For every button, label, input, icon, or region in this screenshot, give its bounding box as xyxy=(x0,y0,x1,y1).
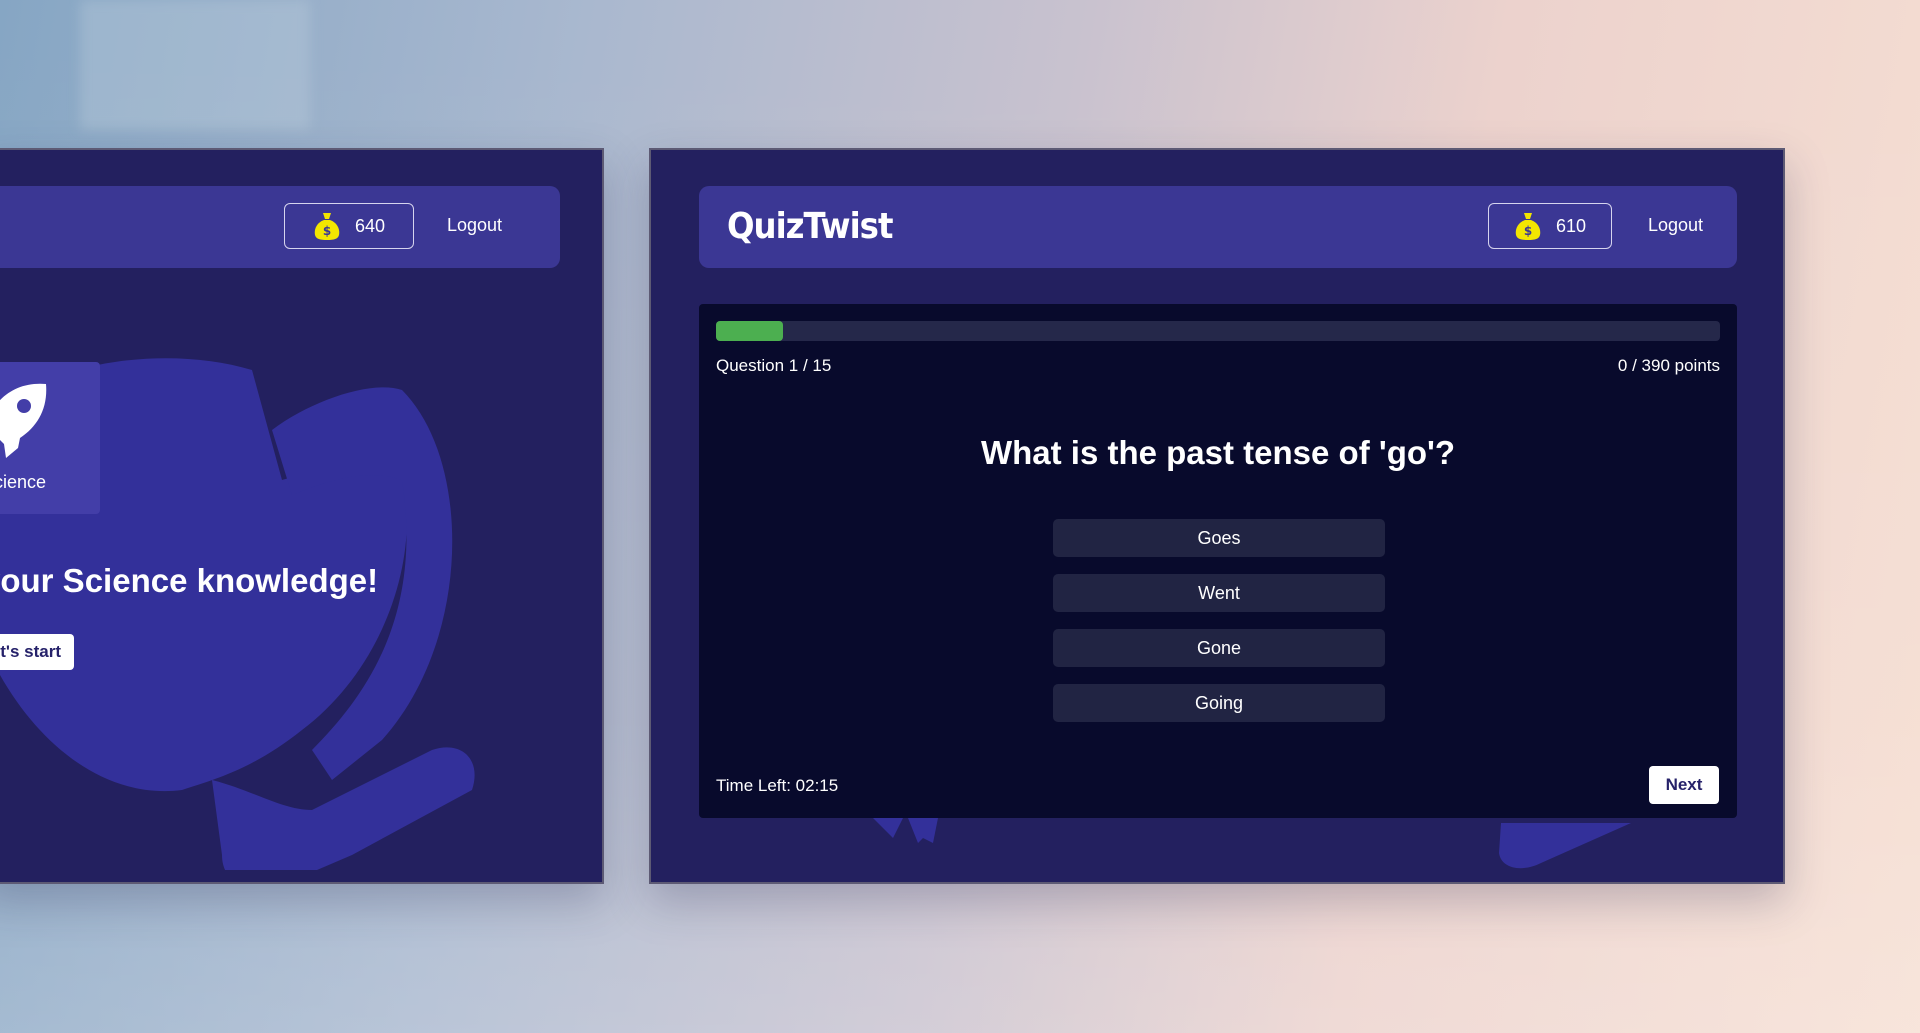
svg-text:$: $ xyxy=(1524,224,1532,238)
answer-option[interactable]: Went xyxy=(1053,574,1385,612)
coin-count: 640 xyxy=(354,215,386,236)
left-screenshot-panel: $ 640 Logout Science your Science knowle… xyxy=(0,148,604,884)
category-label: Science xyxy=(0,472,47,492)
category-card-science[interactable]: Science xyxy=(0,362,100,514)
coin-balance: $ 640 xyxy=(284,203,414,249)
answer-option[interactable]: Gone xyxy=(1053,629,1385,667)
answer-option[interactable]: Goes xyxy=(1053,519,1385,557)
coin-count: 610 xyxy=(1555,215,1587,236)
quiz-card: Question 1 / 15 0 / 390 points What is t… xyxy=(699,304,1737,818)
time-left: Time Left: 02:15 xyxy=(716,776,839,795)
next-button[interactable]: Next xyxy=(1649,766,1719,804)
progress-bar xyxy=(716,321,1720,341)
coin-balance: $ 610 xyxy=(1488,203,1612,249)
svg-text:$: $ xyxy=(323,224,331,238)
brand-logo[interactable]: QuizTwist xyxy=(727,206,893,247)
question-text: What is the past tense of 'go'? xyxy=(980,434,1456,471)
progress-fill xyxy=(716,321,783,341)
money-bag-icon: $ xyxy=(314,213,340,240)
start-button[interactable]: et's start xyxy=(0,634,74,670)
right-header-bar: QuizTwist $ 610 Logout xyxy=(699,186,1737,268)
ribbon-decoration-icon xyxy=(873,818,938,843)
left-header-bar: $ 640 Logout xyxy=(0,186,560,268)
right-screenshot-panel: QuizTwist $ 610 Logout Question 1 / 15 0… xyxy=(649,148,1785,884)
money-bag-icon: $ xyxy=(1515,213,1541,240)
answer-option[interactable]: Going xyxy=(1053,684,1385,722)
logout-link[interactable]: Logout xyxy=(1648,215,1703,236)
question-counter: Question 1 / 15 xyxy=(716,356,832,375)
trophy-base-decoration-icon xyxy=(1499,823,1631,869)
background-blur-patch xyxy=(80,0,310,130)
hero-title: your Science knowledge! xyxy=(0,562,379,599)
rocket-icon xyxy=(0,383,47,458)
points-counter: 0 / 390 points xyxy=(1617,356,1720,375)
logout-link[interactable]: Logout xyxy=(447,215,502,236)
